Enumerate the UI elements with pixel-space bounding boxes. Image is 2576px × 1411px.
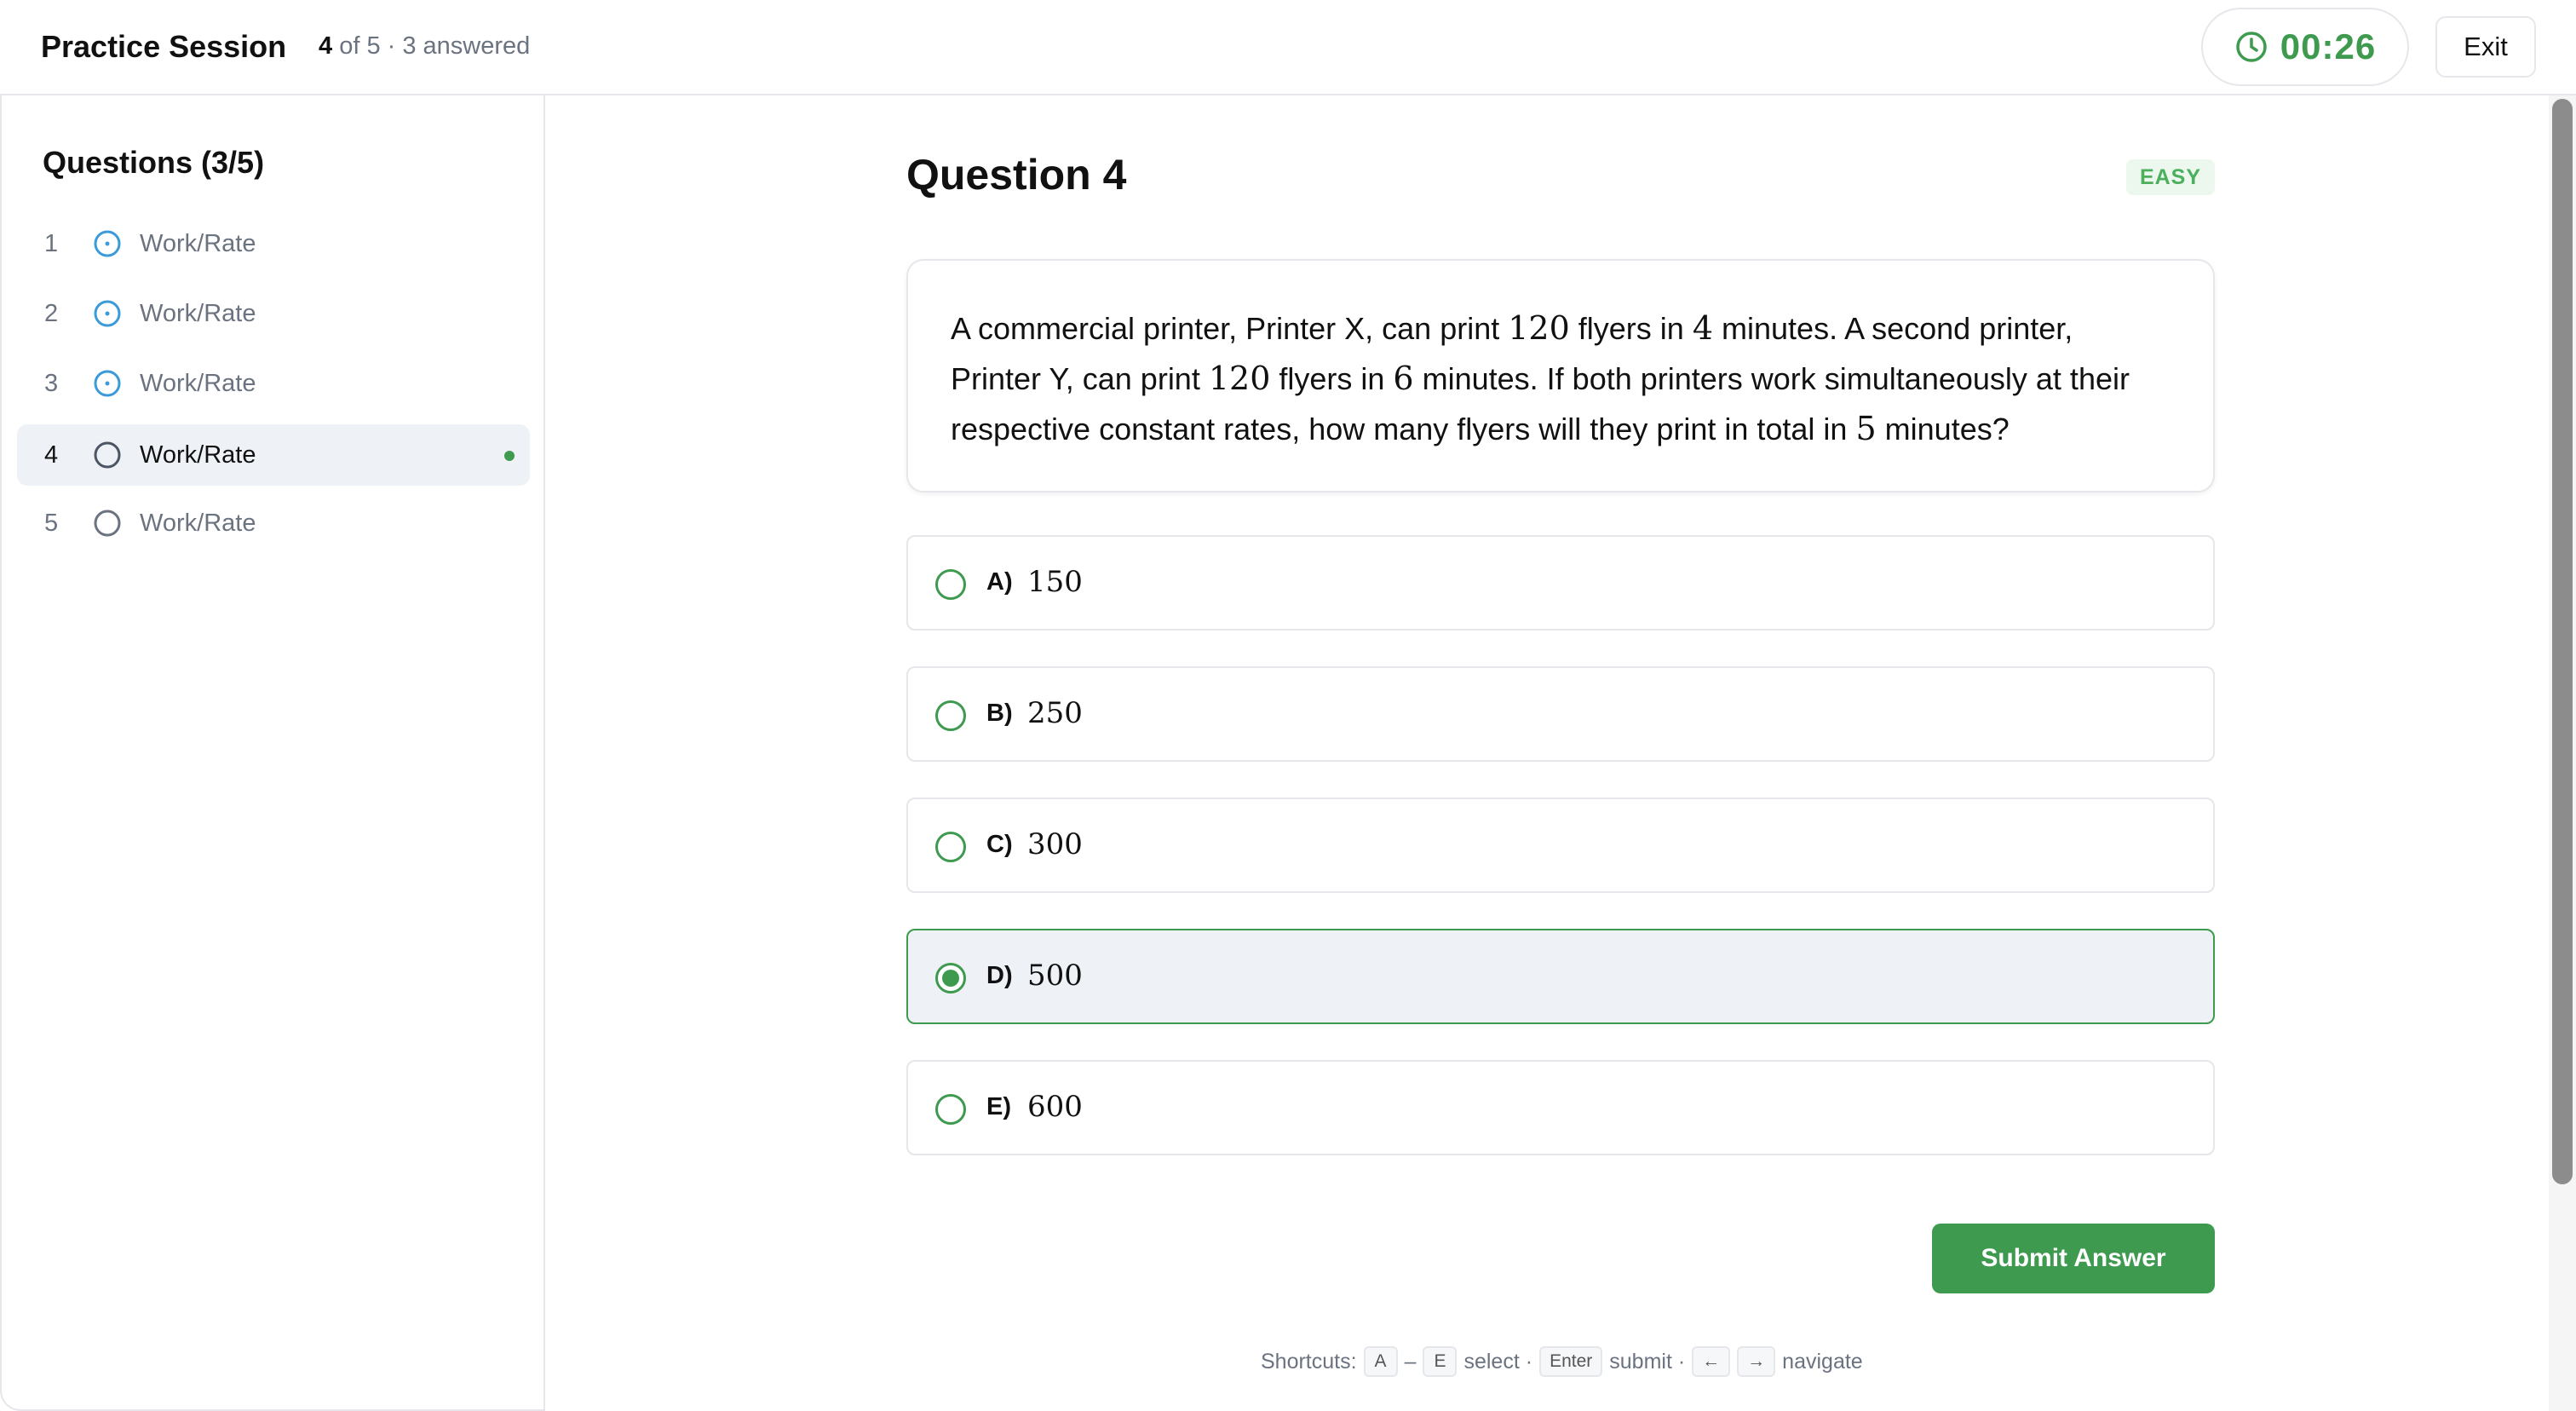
question-topic: Work/Rate: [140, 441, 256, 469]
key-left-arrow: ←: [1692, 1346, 1731, 1377]
question-text-part: A commercial printer, Printer X, can pri…: [951, 311, 1509, 346]
circle-dot-icon: [94, 230, 121, 257]
current-indicator-dot: [504, 451, 515, 461]
shortcuts-label: Shortcuts:: [1261, 1349, 1357, 1374]
key-a: A: [1363, 1346, 1398, 1377]
answer-option-a[interactable]: A) 150: [906, 535, 2215, 631]
sidebar-item-question-5[interactable]: 5 Work/Rate: [17, 492, 530, 554]
circle-dot-icon: [94, 300, 121, 327]
option-letter: A): [986, 568, 1013, 596]
question-number: 5: [44, 510, 59, 537]
submit-label: submit ·: [1609, 1349, 1686, 1374]
option-letter: B): [986, 700, 1013, 727]
question-text-part: minutes?: [1876, 412, 2010, 446]
keyboard-shortcuts-hint: Shortcuts: A – E select · Enter submit ·…: [1261, 1345, 1863, 1379]
question-sidebar: Questions (3/5) 1 Work/Rate 2 Work/Rate …: [0, 95, 545, 1411]
option-value: 150: [1027, 565, 1083, 599]
sidebar-item-question-4[interactable]: 4 Work/Rate: [17, 424, 530, 486]
circle-dot-icon: [94, 370, 121, 397]
question-number: 3: [44, 370, 59, 397]
question-math-value: 4: [1692, 309, 1714, 347]
radio-button[interactable]: [935, 1094, 966, 1125]
question-math-value: 5: [1855, 410, 1877, 447]
question-number: 2: [44, 300, 59, 327]
radio-button[interactable]: [935, 700, 966, 731]
answer-option-d[interactable]: D) 500: [906, 929, 2215, 1024]
question-text-part: flyers in: [1270, 361, 1394, 396]
practice-session-page: Practice Session 4 of 5 · 3 answered 00:…: [0, 0, 2576, 1411]
question-topic: Work/Rate: [140, 300, 256, 327]
radio-button-selected[interactable]: [935, 963, 966, 993]
key-enter: Enter: [1539, 1346, 1603, 1377]
question-math-value: 120: [1508, 309, 1570, 347]
option-value: 250: [1027, 696, 1083, 730]
question-heading: Question 4: [906, 151, 1127, 199]
exit-button[interactable]: Exit: [2435, 16, 2536, 78]
difficulty-badge: EASY: [2126, 159, 2215, 195]
key-right-arrow: →: [1737, 1346, 1776, 1377]
radio-button[interactable]: [935, 569, 966, 600]
sidebar-item-question-2[interactable]: 2 Work/Rate: [17, 283, 530, 344]
sidebar-item-question-3[interactable]: 3 Work/Rate: [17, 353, 530, 414]
question-topic: Work/Rate: [140, 370, 256, 397]
clock-icon: [2236, 32, 2267, 62]
app-title: Practice Session: [41, 29, 287, 64]
circle-icon: [94, 510, 121, 537]
question-topic: Work/Rate: [140, 230, 256, 257]
question-math-value: 6: [1393, 360, 1414, 397]
option-letter: D): [986, 962, 1013, 989]
progress-current: 4: [319, 32, 333, 60]
option-value: 500: [1027, 959, 1083, 993]
sidebar-item-question-1[interactable]: 1 Work/Rate: [17, 213, 530, 274]
radio-button[interactable]: [935, 832, 966, 862]
select-label: select ·: [1463, 1349, 1533, 1374]
vertical-scrollbar-thumb[interactable]: [2552, 99, 2573, 1184]
top-header: Practice Session 4 of 5 · 3 answered 00:…: [0, 0, 2576, 95]
option-value: 600: [1027, 1090, 1083, 1124]
timer-value: 00:26: [2280, 26, 2377, 66]
key-e: E: [1423, 1346, 1458, 1377]
answer-option-e[interactable]: E) 600: [906, 1060, 2215, 1155]
navigate-label: navigate: [1782, 1349, 1863, 1374]
progress-summary: of 5 · 3 answered: [339, 32, 531, 60]
question-number: 4: [44, 441, 59, 469]
option-letter: E): [986, 1093, 1011, 1120]
answer-option-c[interactable]: C) 300: [906, 798, 2215, 893]
question-number: 1: [44, 230, 59, 257]
timer: 00:26: [2201, 8, 2409, 86]
question-math-value: 120: [1208, 360, 1271, 397]
progress-indicator: 4 of 5 · 3 answered: [319, 32, 530, 60]
submit-answer-button[interactable]: Submit Answer: [1932, 1224, 2215, 1293]
option-letter: C): [986, 831, 1013, 858]
question-panel: Question 4 EASY A commercial printer, Pr…: [545, 95, 2549, 1411]
question-topic: Work/Rate: [140, 510, 256, 537]
range-dash: –: [1404, 1349, 1417, 1374]
sidebar-title: Questions (3/5): [43, 145, 265, 180]
circle-icon: [94, 441, 121, 469]
option-value: 300: [1027, 827, 1083, 861]
question-text-part: flyers in: [1569, 311, 1693, 346]
answer-option-b[interactable]: B) 250: [906, 666, 2215, 762]
question-text: A commercial printer, Printer X, can pri…: [906, 259, 2215, 492]
